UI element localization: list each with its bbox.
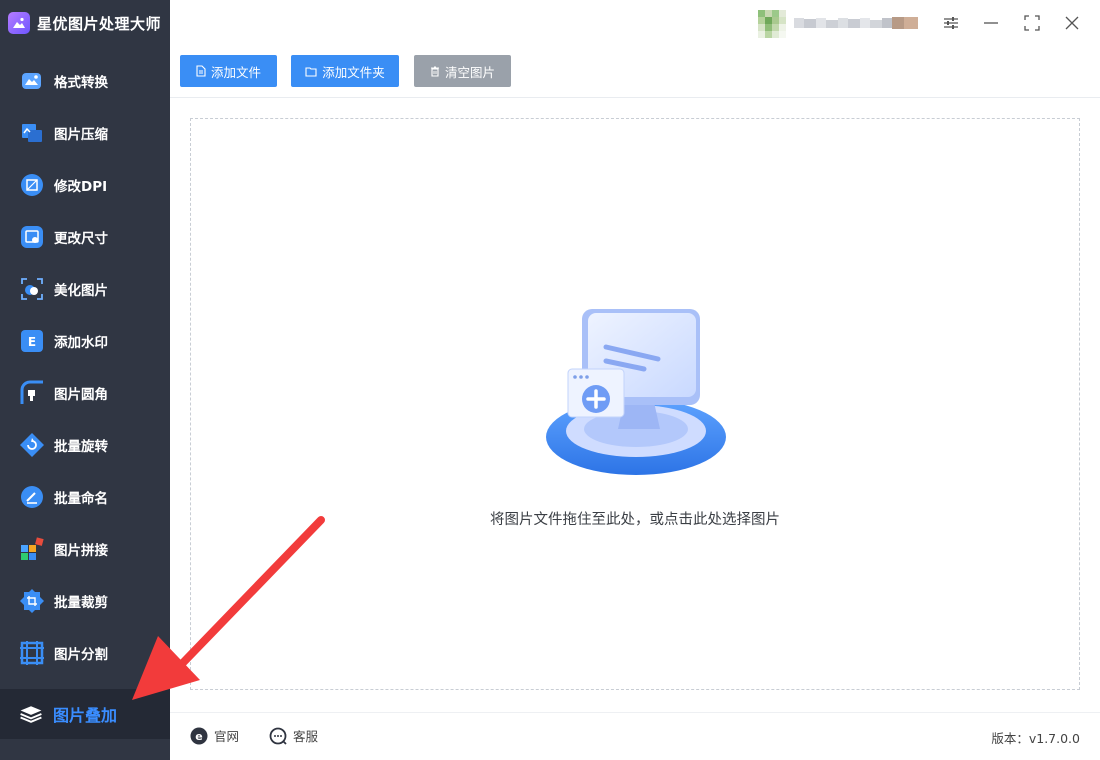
app-logo-icon	[8, 12, 30, 34]
resize-icon	[19, 224, 45, 250]
username-blurred	[794, 15, 920, 31]
minimize-icon[interactable]	[980, 12, 1002, 34]
avatar[interactable]	[758, 10, 786, 38]
sidebar-item-watermark[interactable]: E 添加水印	[0, 315, 170, 367]
sidebar-item-label: 批量旋转	[54, 439, 108, 455]
sidebar-item-compress[interactable]: 图片压缩	[0, 107, 170, 159]
website-link[interactable]: e 官网	[190, 726, 239, 745]
sidebar-item-label: 图片压缩	[54, 127, 108, 143]
close-icon[interactable]	[1061, 12, 1083, 34]
rename-icon	[19, 484, 45, 510]
sidebar-item-beautify[interactable]: 美化图片	[0, 263, 170, 315]
sidebar-item-format-convert[interactable]: 格式转换	[0, 55, 170, 107]
website-label: 官网	[214, 729, 240, 744]
round-corner-icon	[19, 380, 45, 406]
monitor-add-illustration-icon	[544, 307, 730, 479]
maximize-icon[interactable]	[1021, 12, 1043, 34]
add-folder-label: 添加文件夹	[322, 64, 385, 80]
sidebar-item-label: 美化图片	[54, 283, 108, 299]
status-bar: e 官网 客服 版本：v1.7.0.0	[170, 712, 1100, 760]
sidebar-item-label: 图片圆角	[54, 387, 108, 403]
crop-icon	[19, 588, 45, 614]
add-file-label: 添加文件	[210, 64, 261, 80]
add-file-button[interactable]: 添加文件	[180, 55, 277, 87]
version-text: 版本：v1.7.0.0	[991, 731, 1080, 746]
folder-icon	[305, 66, 317, 77]
sidebar-item-resize[interactable]: 更改尺寸	[0, 211, 170, 263]
chat-bubble-icon	[269, 727, 287, 745]
support-label: 客服	[293, 729, 319, 744]
rotate-icon	[19, 432, 45, 458]
split-icon	[19, 640, 45, 666]
sidebar-item-dpi[interactable]: 修改DPI	[0, 159, 170, 211]
app-header: 星优图片处理大师	[0, 0, 170, 46]
support-link[interactable]: 客服	[269, 726, 318, 745]
sidebar-item-label: 图片分割	[54, 647, 108, 663]
clear-images-button[interactable]: 清空图片	[414, 55, 511, 87]
sidebar-item-label: 批量裁剪	[54, 595, 108, 611]
dpi-icon	[19, 172, 45, 198]
file-icon	[196, 65, 206, 77]
sidebar-item-rotate[interactable]: 批量旋转	[0, 419, 170, 471]
sidebar-item-label: 图片拼接	[54, 543, 108, 559]
sidebar-item-round-corner[interactable]: 图片圆角	[0, 367, 170, 419]
annotation-arrow	[132, 516, 325, 700]
svg-text:e: e	[195, 730, 202, 743]
sidebar-item-label: 更改尺寸	[54, 231, 108, 247]
sidebar-item-label: 批量命名	[54, 491, 108, 507]
browser-e-icon: e	[190, 727, 208, 745]
add-folder-button[interactable]: 添加文件夹	[291, 55, 399, 87]
stitch-icon	[19, 536, 45, 562]
trash-icon	[430, 65, 440, 77]
clear-images-label: 清空图片	[444, 64, 495, 80]
app-title: 星优图片处理大师	[37, 14, 162, 33]
title-bar	[170, 0, 1100, 46]
sidebar-item-label: 修改DPI	[54, 179, 108, 195]
format-convert-icon	[19, 68, 45, 94]
layers-icon	[18, 701, 44, 727]
toolbar: 添加文件 添加文件夹 清空图片	[170, 46, 1100, 98]
sidebar-item-label: 格式转换	[54, 75, 108, 91]
sidebar-item-label: 添加水印	[54, 335, 108, 351]
compress-icon	[19, 120, 45, 146]
settings-sliders-icon[interactable]	[940, 12, 962, 34]
svg-text:E: E	[28, 335, 36, 349]
beautify-icon	[19, 276, 45, 302]
sidebar-item-label: 图片叠加	[53, 706, 118, 725]
watermark-icon: E	[19, 328, 45, 354]
